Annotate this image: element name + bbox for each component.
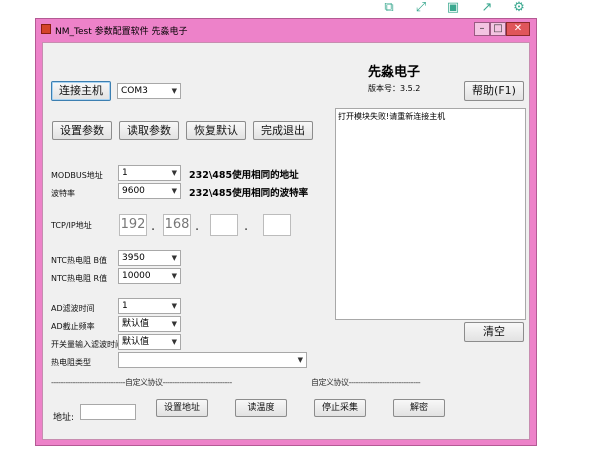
ad-filter-time-select[interactable]: 1 ▼: [118, 298, 181, 314]
modbus-address-select[interactable]: 1 ▼: [118, 165, 181, 181]
close-button[interactable]: ✕: [506, 22, 530, 36]
modbus-note: 232\485使用相同的地址: [189, 170, 299, 181]
set-params-button[interactable]: 设置参数: [52, 121, 112, 140]
ad-filter-time-label: AD滤波时间: [51, 304, 95, 313]
ip-octet-2[interactable]: 168: [163, 214, 191, 236]
ip-dot: .: [151, 219, 156, 234]
decrypt-button[interactable]: 解密: [393, 399, 445, 417]
log-text: 打开模块失败!请重新连接主机: [338, 112, 446, 121]
address-label: 地址:: [53, 413, 75, 423]
minimize-button[interactable]: –: [474, 22, 490, 36]
tcp-ip-label: TCP/IP地址: [51, 221, 92, 230]
chevron-down-icon: ▼: [171, 272, 177, 280]
modbus-address-value: 1: [122, 168, 128, 178]
chevron-down-icon: ▼: [297, 356, 303, 364]
ad-cutoff-freq-value: 默认值: [122, 319, 150, 329]
port-select[interactable]: COM3 ▼: [117, 83, 181, 99]
chevron-down-icon: ▼: [171, 169, 177, 177]
ad-cutoff-freq-select[interactable]: 默认值 ▼: [118, 316, 181, 332]
copy-icon[interactable]: ⧉: [380, 0, 398, 16]
save-icon[interactable]: ▣: [444, 0, 462, 16]
ip-octet-3[interactable]: [210, 214, 238, 236]
modbus-address-label: MODBUS地址: [51, 171, 103, 180]
clear-button[interactable]: 清空: [464, 322, 524, 342]
title-bar: NM_Test 参数配置软件 先淼电子 – □ ✕: [36, 19, 536, 41]
log-textarea[interactable]: 打开模块失败!请重新连接主机: [335, 108, 526, 320]
ntc-b-select[interactable]: 3950 ▼: [118, 250, 181, 266]
ntc-r-label: NTC热电阻 R值: [51, 274, 108, 283]
brand-name: 先淼电子: [368, 65, 421, 80]
ntc-r-select[interactable]: 10000 ▼: [118, 268, 181, 284]
chevron-down-icon: ▼: [171, 302, 177, 310]
ip-dot: .: [195, 219, 200, 234]
ad-filter-time-value: 1: [122, 301, 128, 311]
ntc-b-value: 3950: [122, 253, 145, 263]
thermistor-type-select[interactable]: ▼: [118, 352, 307, 368]
chevron-down-icon: ▼: [171, 187, 177, 195]
version-label: 版本号：3.5.2: [368, 84, 421, 93]
custom-protocol-divider-right: 自定义协议------------------------------: [311, 378, 421, 387]
ip-octet-4[interactable]: [263, 214, 291, 236]
switch-filter-time-value: 默认值: [122, 337, 150, 347]
main-panel: 连接主机 COM3 ▼ 先淼电子 版本号：3.5.2 帮助(F1) 打开模块失败…: [42, 42, 530, 440]
gear-icon[interactable]: ⚙: [510, 0, 528, 16]
address-input[interactable]: [80, 404, 136, 420]
connect-host-button[interactable]: 连接主机: [51, 81, 111, 101]
baud-rate-label: 波特率: [51, 189, 75, 198]
thermistor-type-label: 热电阻类型: [51, 358, 91, 367]
ip-octet-1[interactable]: 192: [119, 214, 147, 236]
app-icon: [41, 24, 51, 34]
finish-exit-button[interactable]: 完成退出: [253, 121, 313, 140]
maximize-button[interactable]: □: [490, 22, 506, 36]
read-temperature-button[interactable]: 读温度: [235, 399, 287, 417]
ntc-r-value: 10000: [122, 271, 151, 281]
switch-filter-time-label: 开关量输入滤波时间: [51, 340, 123, 349]
chevron-down-icon: ▼: [171, 320, 177, 328]
ip-dot: .: [244, 219, 249, 234]
window-title: NM_Test 参数配置软件 先淼电子: [55, 27, 188, 37]
restore-default-button[interactable]: 恢复默认: [186, 121, 246, 140]
ad-cutoff-freq-label: AD截止频率: [51, 322, 95, 331]
switch-filter-time-select[interactable]: 默认值 ▼: [118, 334, 181, 350]
help-button[interactable]: 帮助(F1): [464, 81, 524, 101]
port-select-value: COM3: [121, 86, 148, 96]
custom-protocol-divider-left: -------------------------------自定义协议----…: [51, 378, 232, 387]
expand-icon[interactable]: ⤢: [412, 0, 430, 16]
read-params-button[interactable]: 读取参数: [119, 121, 179, 140]
ntc-b-label: NTC热电阻 B值: [51, 256, 108, 265]
app-window: NM_Test 参数配置软件 先淼电子 – □ ✕ 连接主机 COM3 ▼ 先淼…: [35, 18, 537, 446]
share-icon[interactable]: ↗: [478, 0, 496, 16]
set-address-button[interactable]: 设置地址: [156, 399, 208, 417]
chevron-down-icon: ▼: [171, 338, 177, 346]
chevron-down-icon: ▼: [171, 254, 177, 262]
baud-rate-value: 9600: [122, 186, 145, 196]
baud-note: 232\485使用相同的波特率: [189, 188, 309, 199]
stop-collect-button[interactable]: 停止采集: [314, 399, 366, 417]
baud-rate-select[interactable]: 9600 ▼: [118, 183, 181, 199]
chevron-down-icon: ▼: [171, 87, 177, 95]
